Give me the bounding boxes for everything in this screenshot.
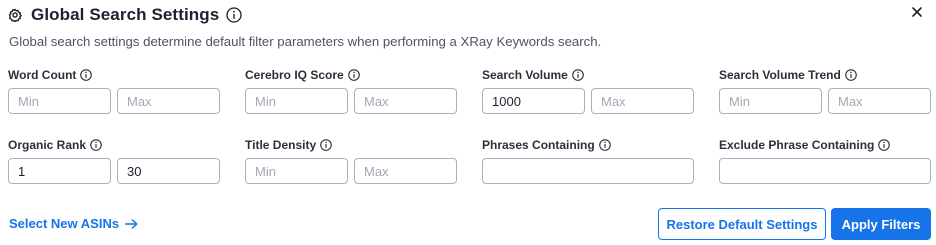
cerebro-iq-max-input[interactable] — [354, 88, 457, 114]
exclude-phrase-containing-label: Exclude Phrase Containing — [719, 138, 875, 152]
phrases-containing-label: Phrases Containing — [482, 138, 595, 152]
title-density-max-input[interactable] — [354, 158, 457, 184]
select-new-asins-link[interactable]: Select New ASINs — [9, 216, 138, 231]
exclude-phrase-containing-filter: Exclude Phrase Containing — [719, 137, 931, 184]
panel-title: Global Search Settings — [31, 5, 220, 24]
word-count-filter: Word Count — [8, 67, 220, 114]
organic-rank-max-input[interactable] — [117, 158, 220, 184]
title-density-min-input[interactable] — [245, 158, 348, 184]
phrases-containing-filter: Phrases Containing — [482, 137, 694, 184]
organic-rank-filter: Organic Rank — [8, 137, 220, 184]
close-icon[interactable] — [910, 5, 924, 19]
cerebro-iq-min-input[interactable] — [245, 88, 348, 114]
organic-rank-min-input[interactable] — [8, 158, 111, 184]
cerebro-iq-score-filter: Cerebro IQ Score — [245, 67, 457, 114]
search-volume-trend-label: Search Volume Trend — [719, 68, 841, 82]
search-volume-trend-max-input[interactable] — [828, 88, 931, 114]
info-icon[interactable] — [845, 69, 857, 81]
title-density-filter: Title Density — [245, 137, 457, 184]
info-icon[interactable] — [226, 7, 242, 23]
info-icon[interactable] — [320, 139, 332, 151]
info-icon[interactable] — [598, 139, 611, 151]
select-new-asins-label: Select New ASINs — [9, 216, 120, 231]
panel-description: Global search settings determine default… — [9, 34, 602, 49]
word-count-label: Word Count — [8, 68, 77, 82]
info-icon[interactable] — [90, 139, 102, 151]
global-search-settings-panel: Global Search Settings Global search set… — [0, 0, 936, 245]
info-icon[interactable] — [80, 69, 93, 81]
panel-header: Global Search Settings — [8, 4, 242, 26]
search-volume-min-input[interactable] — [482, 88, 585, 114]
phrases-containing-input[interactable] — [482, 158, 694, 184]
restore-default-settings-button[interactable]: Restore Default Settings — [658, 208, 826, 240]
word-count-max-input[interactable] — [117, 88, 220, 114]
search-volume-trend-filter: Search Volume Trend — [719, 67, 931, 114]
search-volume-max-input[interactable] — [591, 88, 694, 114]
info-icon[interactable] — [878, 139, 891, 151]
search-volume-trend-min-input[interactable] — [719, 88, 822, 114]
apply-filters-button[interactable]: Apply Filters — [831, 208, 931, 240]
organic-rank-label: Organic Rank — [8, 138, 87, 152]
cerebro-iq-score-label: Cerebro IQ Score — [245, 68, 344, 82]
search-volume-filter: Search Volume — [482, 67, 694, 114]
info-icon[interactable] — [572, 69, 584, 81]
search-volume-label: Search Volume — [482, 68, 568, 82]
exclude-phrase-containing-input[interactable] — [719, 158, 931, 184]
info-icon[interactable] — [347, 69, 360, 81]
word-count-min-input[interactable] — [8, 88, 111, 114]
arrow-right-icon — [125, 218, 138, 229]
title-density-label: Title Density — [245, 138, 317, 152]
gear-icon — [8, 8, 22, 22]
